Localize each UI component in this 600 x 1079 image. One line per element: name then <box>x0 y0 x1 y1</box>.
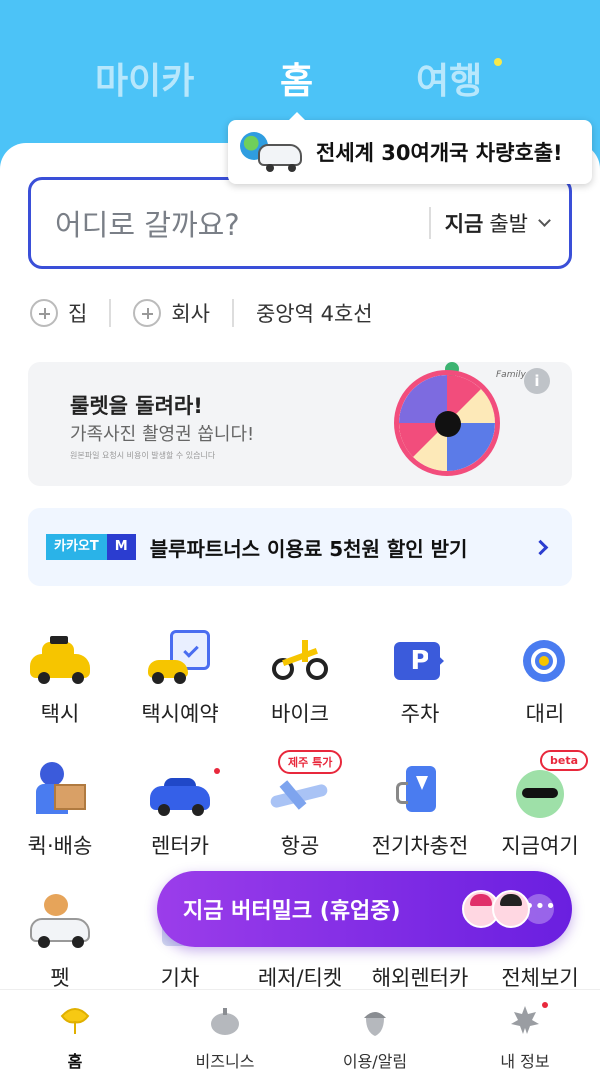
banner-title: 룰렛을 돌려라! <box>70 394 203 418</box>
tab-my-car[interactable]: 마이카 <box>95 52 194 104</box>
service-here-now[interactable]: beta 지금여기 <box>480 750 600 860</box>
info-icon[interactable]: i <box>524 368 550 394</box>
nav-label: 홈 <box>67 1052 83 1071</box>
shortcut-recent-label: 중앙역 4호선 <box>255 302 373 326</box>
service-label: 펫 <box>50 966 70 990</box>
service-driver[interactable]: 대리 <box>485 630 600 728</box>
parking-icon: P <box>388 630 452 688</box>
service-taxi-reserve[interactable]: 택시예약 <box>120 630 240 728</box>
service-label: 기차 <box>160 966 200 990</box>
banner-subtitle: 가족사진 촬영권 쏩니다! <box>70 424 255 445</box>
new-dot-indicator <box>494 58 502 66</box>
new-dot-indicator <box>214 768 220 774</box>
service-label: 렌터카 <box>151 834 209 858</box>
service-taxi[interactable]: 택시 <box>0 630 120 728</box>
taxi-icon <box>28 630 92 688</box>
tab-travel[interactable]: 여행 <box>416 52 482 104</box>
pet-car-icon <box>28 894 92 952</box>
nav-my-info[interactable]: 내 정보 <box>450 990 600 1079</box>
service-label: 항공 <box>280 834 320 858</box>
service-label: 퀵·배송 <box>27 834 93 858</box>
nav-usage-alerts[interactable]: 이용/알림 <box>300 990 450 1079</box>
buttermilk-live-button[interactable]: 지금 버터밀크 (휴업중) ••• <box>157 871 572 947</box>
global-ride-tooltip[interactable]: 전세계 30여개국 차량호출! <box>228 112 592 184</box>
divider <box>231 299 234 327</box>
shortcut-work-label: 회사 <box>171 302 210 326</box>
chevron-down-icon <box>538 214 551 227</box>
service-label: 지금여기 <box>501 834 579 858</box>
service-label: 택시 <box>40 702 80 726</box>
avatar-group: ••• <box>462 890 556 928</box>
service-flight[interactable]: 제주 특가 항공 <box>240 750 360 860</box>
depart-time-label: 출발 <box>489 212 528 236</box>
ev-charger-icon <box>388 762 452 820</box>
badge-left: 카카오T <box>46 534 107 560</box>
new-dot-indicator <box>542 1002 548 1008</box>
promo-text: 블루파트너스 이용료 5천원 할인 받기 <box>149 536 468 561</box>
shortcut-work[interactable]: 회사 <box>133 298 210 328</box>
nav-label: 이용/알림 <box>342 1052 408 1071</box>
badge-right: M <box>106 534 136 560</box>
rentcar-icon <box>148 762 212 820</box>
depart-time-now: 지금 <box>444 212 484 236</box>
service-label: 택시예약 <box>141 702 219 726</box>
blue-partners-promo[interactable]: 카카오T M 블루파트너스 이용료 5천원 할인 받기 <box>28 508 572 586</box>
place-shortcuts: 집 회사 중앙역 4호선 <box>30 298 373 328</box>
tab-home[interactable]: 홈 <box>280 52 313 104</box>
service-label: 전기차충전 <box>371 834 469 858</box>
shortcut-home-label: 집 <box>68 302 88 326</box>
courier-icon <box>28 762 92 820</box>
roulette-wheel-icon <box>394 370 500 476</box>
service-label: 레저/티켓 <box>257 966 343 990</box>
bottom-navigation: 홈 비즈니스 이용/알림 내 정보 <box>0 989 600 1079</box>
pumpkin-icon <box>208 1004 242 1038</box>
add-icon <box>30 299 58 327</box>
service-quick-delivery[interactable]: 퀵·배송 <box>0 762 120 860</box>
live-button-label: 지금 버터밀크 (휴업중) <box>183 899 401 924</box>
search-input[interactable]: 어디로 갈까요? <box>55 202 429 244</box>
kakao-tm-badge: 카카오T M <box>46 534 136 560</box>
tooltip-text: 전세계 30여개국 차량호출! <box>316 141 563 165</box>
service-rentcar[interactable]: 렌터카 <box>120 762 240 860</box>
service-ev-charge[interactable]: 전기차충전 <box>360 762 480 860</box>
character-sunglasses-icon <box>508 762 572 820</box>
banner-fine-print: 원본파일 요청시 비용이 발생할 수 있습니다 <box>70 451 216 460</box>
nav-business[interactable]: 비즈니스 <box>150 990 300 1079</box>
service-parking[interactable]: P 주차 <box>360 630 480 728</box>
nav-label: 내 정보 <box>500 1052 550 1071</box>
destination-search[interactable]: 어디로 갈까요? 지금 출발 <box>28 177 572 269</box>
avatar <box>492 890 530 928</box>
ginkgo-leaf-icon <box>58 1004 92 1038</box>
brand-signature: Family <box>496 370 526 380</box>
nav-home[interactable]: 홈 <box>0 990 150 1079</box>
globe-car-icon <box>240 130 302 174</box>
shortcut-home[interactable]: 집 <box>30 298 87 328</box>
chevron-right-icon <box>532 539 549 555</box>
steering-wheel-icon <box>513 630 577 688</box>
shortcut-recent[interactable]: 중앙역 4호선 <box>256 298 373 328</box>
depart-time-select[interactable]: 지금 출발 <box>428 207 569 239</box>
roulette-banner[interactable]: 룰렛을 돌려라! 가족사진 촬영권 쏩니다! 원본파일 요청시 비용이 발생할 … <box>28 359 572 486</box>
taxi-calendar-icon <box>148 630 212 688</box>
service-label: 해외렌터카 <box>371 966 469 990</box>
add-icon <box>133 299 162 327</box>
nav-label: 비즈니스 <box>195 1052 255 1071</box>
maple-leaf-icon <box>508 1004 542 1038</box>
divider <box>109 299 112 327</box>
service-bike[interactable]: 바이크 <box>240 630 360 728</box>
service-label: 대리 <box>525 702 565 726</box>
bike-icon <box>268 630 332 688</box>
service-label: 전체보기 <box>501 966 579 990</box>
airplane-icon <box>268 762 332 820</box>
acorn-icon <box>358 1004 392 1038</box>
service-label: 주차 <box>400 702 440 726</box>
service-pet[interactable]: 펫 <box>0 894 120 992</box>
service-label: 바이크 <box>271 702 329 726</box>
